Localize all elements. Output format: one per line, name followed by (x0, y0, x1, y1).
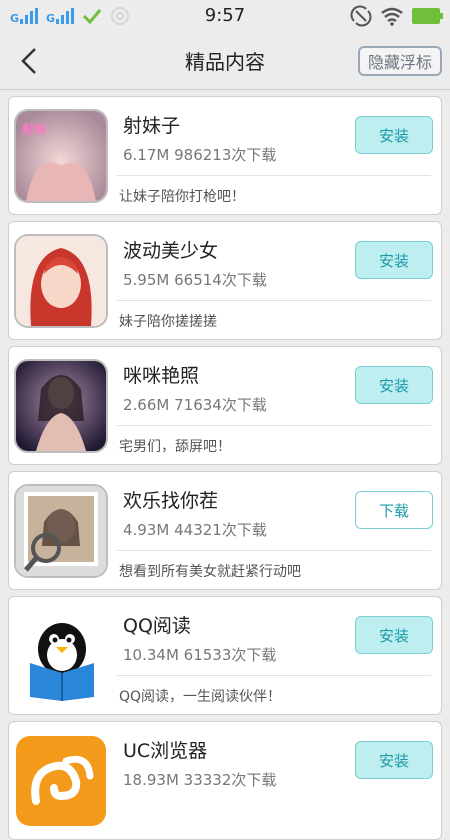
svg-text:射妹: 射妹 (21, 121, 47, 136)
magnifier-photo-icon (16, 486, 106, 576)
penguin-book-icon (16, 611, 106, 701)
network-type-label: G (46, 12, 56, 25)
app-description: 宅男们，舔屏吧！ (119, 439, 231, 455)
signal-icon: G (46, 8, 75, 25)
signal-icon: G (10, 8, 39, 25)
app-size: 18.93M (123, 771, 179, 789)
title-bar: 精品内容 隐藏浮标 (0, 32, 450, 90)
install-button[interactable]: 安装 (355, 616, 433, 654)
app-downloads: 66514次下载 (174, 271, 267, 289)
app-meta: 6.17M 986213次下载 (123, 144, 276, 165)
wifi-icon (381, 7, 403, 26)
app-meta: 5.95M 66514次下载 (123, 269, 267, 290)
app-card[interactable]: UC浏览器 18.93M 33332次下载 安装 (8, 721, 442, 840)
app-size: 10.34M (123, 646, 179, 664)
app-card[interactable]: 欢乐找你茬 4.93M 44321次下载 想看到所有美女就赶紧行动吧 下载 (8, 471, 442, 590)
hide-float-button[interactable]: 隐藏浮标 (357, 46, 442, 76)
app-size: 6.17M (123, 146, 170, 164)
app-meta: 4.93M 44321次下载 (123, 519, 267, 540)
divider (117, 175, 431, 176)
app-card[interactable]: QQ阅读 10.34M 61533次下载 QQ阅读，一生阅读伙伴！ 安装 (8, 596, 442, 715)
app-size: 4.93M (123, 521, 170, 539)
app-name: 欢乐找你茬 (123, 490, 219, 512)
app-card[interactable]: 波动美少女 5.95M 66514次下载 妹子陪你搓搓搓 安装 (8, 221, 442, 340)
install-button[interactable]: 安装 (355, 741, 433, 779)
app-description: 让妹子陪你打枪吧！ (119, 189, 245, 205)
page-title: 精品内容 (185, 50, 265, 74)
divider (117, 300, 431, 301)
chevron-left-icon (21, 48, 36, 74)
app-card[interactable]: 射妹 射妹子 6.17M 986213次下载 让妹子陪你打枪吧！ 安装 (8, 96, 442, 215)
app-downloads: 71634次下载 (174, 396, 267, 414)
app-size: 5.95M (123, 271, 170, 289)
back-button[interactable] (14, 44, 44, 78)
battery-icon (412, 8, 443, 24)
app-name: QQ阅读 (123, 615, 191, 637)
app-photo-icon: 射妹 (16, 111, 106, 201)
app-meta: 2.66M 71634次下载 (123, 394, 267, 415)
app-name: 射妹子 (123, 115, 181, 137)
app-name: 波动美少女 (123, 240, 219, 262)
app-downloads: 44321次下载 (174, 521, 267, 539)
divider (117, 425, 431, 426)
app-downloads: 61533次下载 (183, 646, 277, 664)
status-bar: G G 9:57 (0, 0, 450, 32)
rotate-icon (350, 5, 372, 27)
anime-girl-icon (16, 236, 106, 326)
app-meta: 18.93M 33332次下载 (123, 769, 276, 790)
app-list: 射妹 射妹子 6.17M 986213次下载 让妹子陪你打枪吧！ 安装 波动美少… (0, 90, 450, 840)
app-photo-icon (16, 361, 106, 451)
app-meta: 10.34M 61533次下载 (123, 644, 276, 665)
download-button[interactable]: 下载 (355, 491, 433, 529)
app-downloads: 33332次下载 (183, 771, 277, 789)
app-name: 咪咪艳照 (123, 365, 200, 387)
check-icon (83, 9, 102, 24)
install-button[interactable]: 安装 (355, 366, 433, 404)
app-description: QQ阅读，一生阅读伙伴！ (119, 689, 282, 705)
install-button[interactable]: 安装 (355, 241, 433, 279)
app-size: 2.66M (123, 396, 170, 414)
divider (117, 675, 431, 676)
status-left: G G (10, 6, 130, 26)
network-type-label: G (10, 12, 20, 25)
app-description: 妹子陪你搓搓搓 (119, 314, 217, 330)
app-card[interactable]: 咪咪艳照 2.66M 71634次下载 宅男们，舔屏吧！ 安装 (8, 346, 442, 465)
app-description: 想看到所有美女就赶紧行动吧 (119, 564, 301, 580)
uc-squirrel-icon (16, 736, 106, 826)
divider (117, 550, 431, 551)
status-right (350, 5, 443, 27)
app-name: UC浏览器 (123, 740, 208, 762)
install-button[interactable]: 安装 (355, 116, 433, 154)
app-downloads: 986213次下载 (174, 146, 277, 164)
settings-circle-icon (111, 7, 130, 25)
